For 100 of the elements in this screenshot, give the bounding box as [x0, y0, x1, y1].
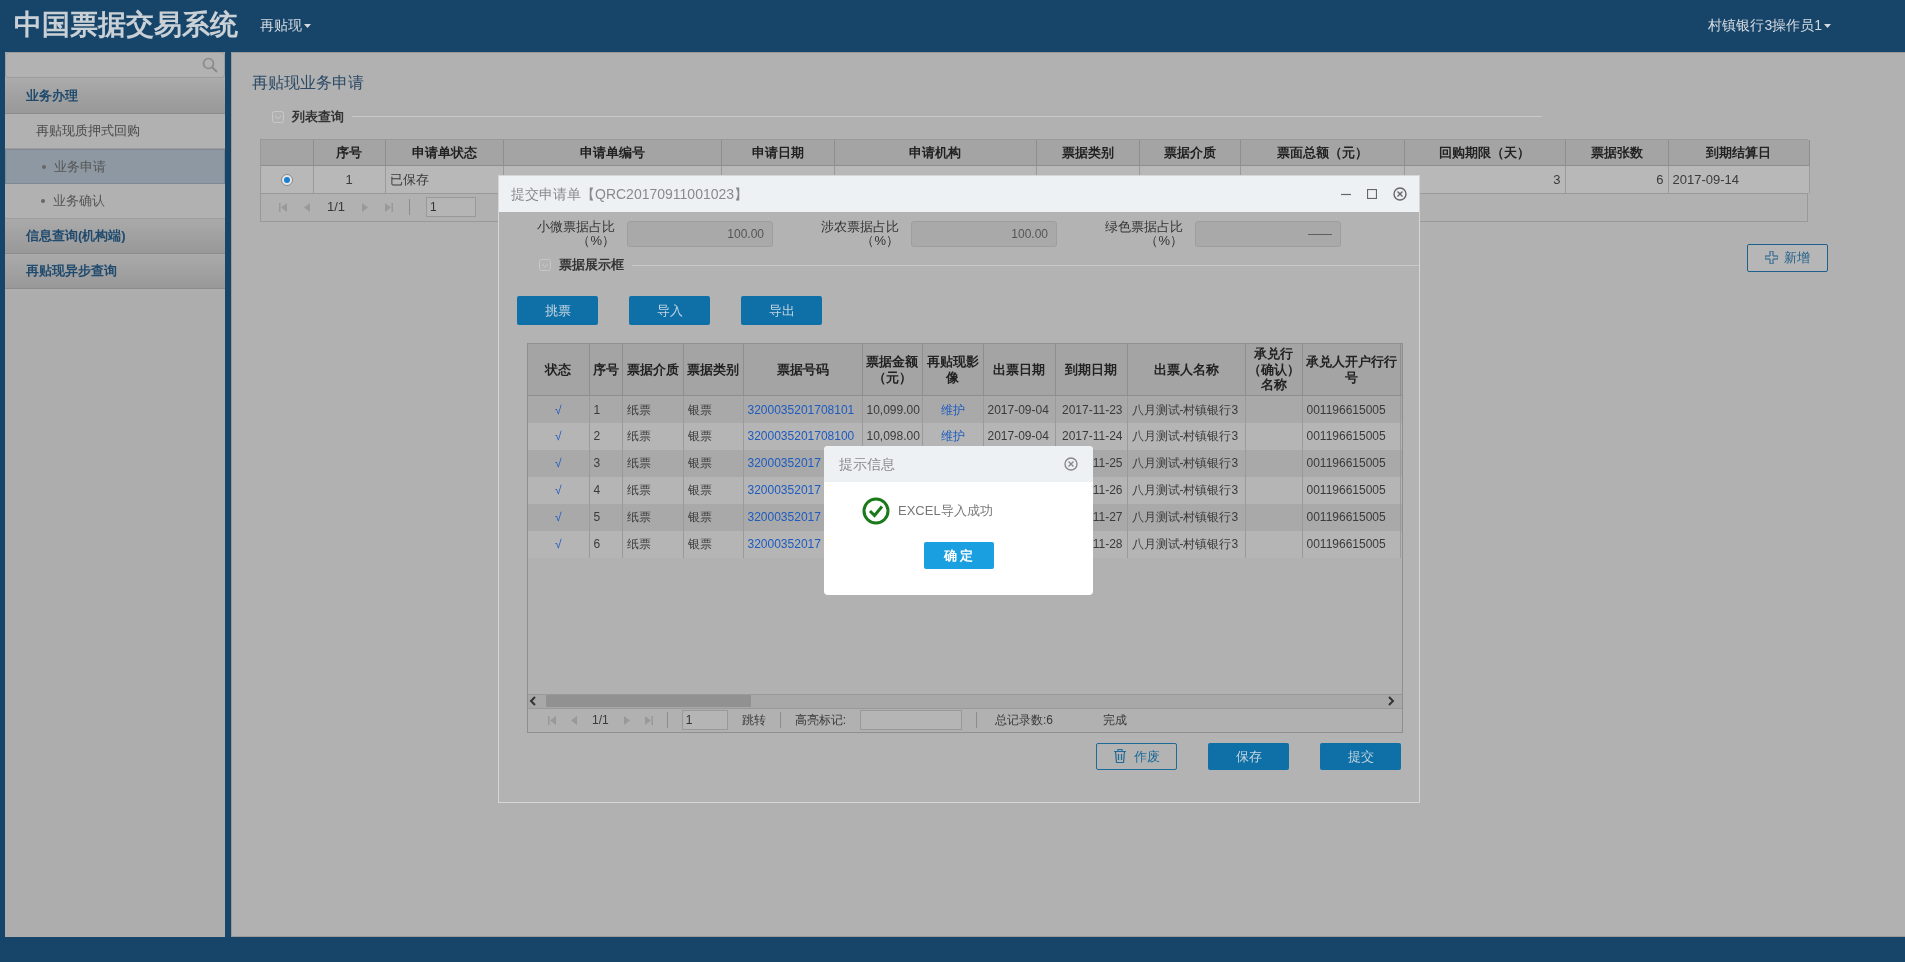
close-icon[interactable]: [1064, 457, 1078, 471]
check-circle-icon: [862, 497, 890, 525]
page-field[interactable]: 1: [426, 197, 477, 217]
table-cell: 八月测试-村镇银行3: [1131, 402, 1239, 417]
maximize-icon[interactable]: [1367, 189, 1377, 199]
table-cell: 纸票: [626, 429, 651, 444]
column-header: 出票人名称: [1153, 361, 1219, 377]
bullet-icon: [41, 199, 45, 203]
column-header: 票据介质: [1163, 144, 1216, 160]
table-cell: 八月测试-村镇银行3: [1131, 510, 1239, 525]
table-cell: 11-25: [1092, 456, 1123, 471]
column-header: 申请单状态: [411, 144, 477, 160]
previous-page-icon[interactable]: [570, 715, 578, 725]
column-header: 到期日期: [1065, 361, 1117, 377]
confirm-button[interactable]: 确 定: [923, 542, 994, 569]
discard-button[interactable]: 作废: [1096, 742, 1177, 770]
table-cell: 3: [593, 456, 601, 471]
last-page-icon[interactable]: [385, 202, 394, 212]
sidebar-section[interactable]: 业务办理: [5, 79, 225, 114]
caret-icon: [304, 23, 311, 28]
next-page-icon[interactable]: [622, 715, 631, 725]
close-icon[interactable]: [1393, 187, 1407, 201]
table-cell: 001196615005: [1306, 483, 1386, 498]
next-page-icon[interactable]: [361, 202, 370, 212]
page-indicator: 1/1: [592, 712, 609, 730]
sidebar-item[interactable]: 业务申请: [5, 149, 225, 184]
table-cell: 10,099.00: [866, 402, 920, 417]
table-cell: 1: [345, 171, 353, 187]
table-cell: 纸票: [626, 402, 651, 417]
search-icon: [202, 57, 218, 73]
table-cell: 1: [593, 402, 601, 417]
app-title: 中国票据交易系统: [14, 8, 238, 42]
table-cell: 银票: [687, 537, 712, 552]
sidebar-section[interactable]: 信息查询(机构端): [5, 219, 225, 254]
input-field[interactable]: 100.00: [911, 220, 1057, 247]
table-cell: 八月测试-村镇银行3: [1131, 456, 1239, 471]
table-cell: 001196615005: [1306, 429, 1386, 444]
column-header: 到期结算日: [1706, 144, 1771, 160]
last-page-icon[interactable]: [644, 715, 653, 725]
table-cell: 八月测试-村镇银行3: [1131, 429, 1239, 444]
first-page-icon[interactable]: [548, 715, 556, 725]
scrollbar-thumb[interactable]: [546, 695, 751, 708]
status-text: 完成: [1103, 712, 1128, 730]
scroll-left-icon[interactable]: [528, 696, 538, 707]
column-header: 票据介质: [626, 361, 679, 377]
table-cell: 八月测试-村镇银行3: [1131, 537, 1239, 552]
table-cell: 纸票: [626, 456, 651, 471]
action-button[interactable]: 导出: [741, 295, 822, 325]
status-mark: √: [554, 510, 562, 525]
page-field[interactable]: 1: [681, 710, 728, 731]
action-button[interactable]: 导入: [629, 295, 710, 325]
jump-link[interactable]: 跳转: [741, 711, 766, 730]
table-cell: 八月测试-村镇银行3: [1131, 483, 1239, 498]
table-cell: 2017-09-14: [1672, 171, 1739, 187]
alert-title: 提示信息: [839, 454, 895, 474]
column-header: 再贴现影像: [926, 353, 979, 385]
column-header: 承兑人开户行行号: [1305, 353, 1397, 385]
search-field[interactable]: [5, 52, 225, 78]
table-cell: 银票: [687, 429, 712, 444]
table-cell: 6: [1656, 171, 1664, 187]
menu-item[interactable]: 再贴现: [260, 14, 311, 36]
table-cell: 6: [593, 537, 601, 552]
table-cell: 纸票: [626, 537, 651, 552]
first-page-icon[interactable]: [279, 202, 287, 212]
add-button[interactable]: 新增: [1747, 243, 1828, 272]
table-cell: 001196615005: [1306, 456, 1386, 471]
scroll-right-icon[interactable]: [1386, 696, 1396, 707]
alert-message: EXCEL导入成功: [898, 502, 993, 521]
user-menu[interactable]: 村镇银行3操作员1: [1708, 14, 1831, 36]
table-link[interactable]: 32000352017: [747, 456, 821, 471]
table-cell: 银票: [687, 510, 712, 525]
radio-button[interactable]: [280, 174, 293, 187]
table-cell: 001196615005: [1306, 402, 1386, 417]
table-cell: 11-28: [1092, 537, 1123, 552]
column-header: 序号: [592, 361, 619, 377]
table-cell: 已保存: [389, 171, 429, 187]
bullet-icon: [42, 164, 46, 169]
plus-icon: [1765, 251, 1778, 264]
input-field[interactable]: 100.00: [627, 220, 773, 247]
sidebar-group[interactable]: 再贴现质押式回购: [5, 114, 225, 149]
column-header: 申请机构: [909, 144, 961, 160]
column-header: 票据类别: [687, 361, 739, 377]
column-header: 序号: [336, 144, 362, 160]
column-header: 票据张数: [1590, 144, 1643, 160]
table-cell: 银票: [687, 483, 712, 498]
previous-page-icon[interactable]: [303, 202, 311, 212]
table-cell: 2017-11-24: [1062, 429, 1123, 444]
action-button[interactable]: 挑票: [517, 295, 598, 325]
action-button[interactable]: 保存: [1208, 742, 1289, 770]
input-field[interactable]: ——: [1195, 220, 1341, 247]
table-cell: 11-27: [1092, 510, 1123, 525]
sidebar-section[interactable]: 再贴现异步查询: [5, 254, 225, 289]
section-legend: 列表查询: [292, 107, 344, 127]
column-header: 状态: [545, 361, 572, 377]
sidebar-item[interactable]: 业务确认: [5, 184, 225, 219]
column-header: 票据号码: [776, 361, 829, 377]
action-button[interactable]: 提交: [1320, 742, 1401, 770]
dialog-title: 提交申请单【QRC20170911001023】: [511, 184, 749, 204]
table-cell: 纸票: [626, 483, 651, 498]
input-field[interactable]: [860, 710, 963, 731]
